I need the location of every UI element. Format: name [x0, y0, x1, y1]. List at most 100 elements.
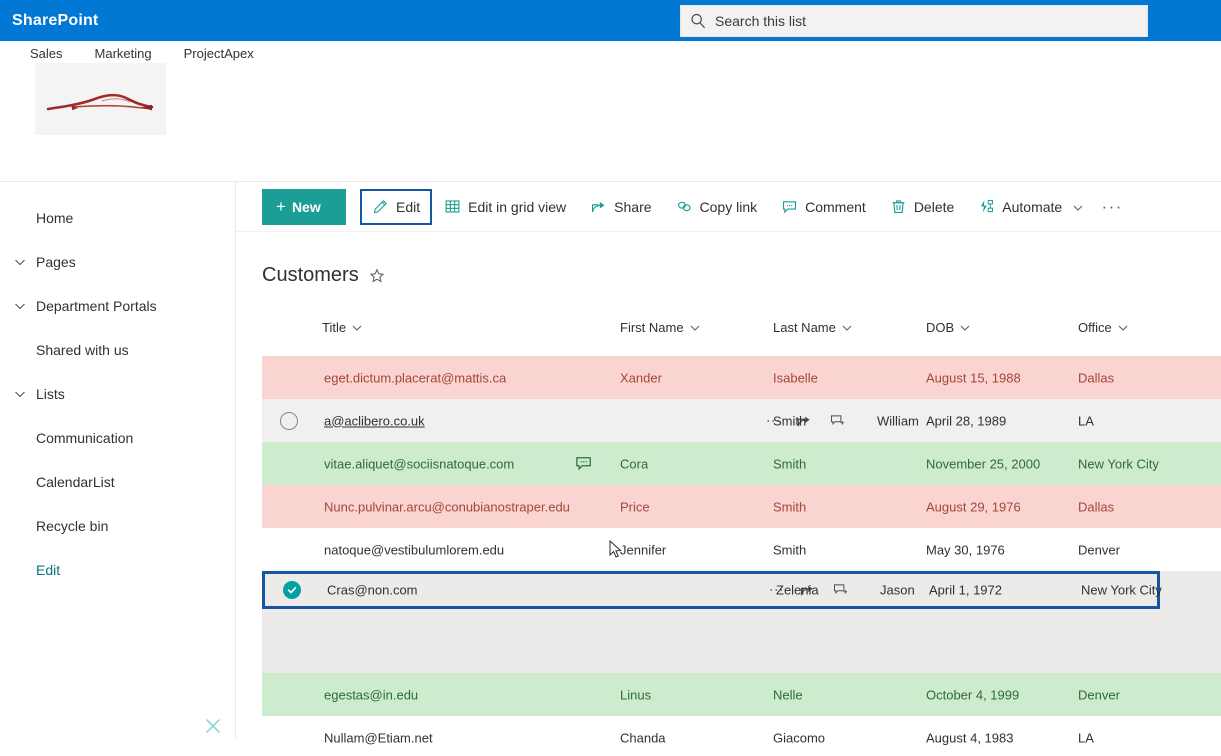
site-nav-marketing[interactable]: Marketing: [95, 46, 152, 61]
cell-dob: April 1, 1972: [929, 583, 1002, 598]
add-comment-icon[interactable]: [830, 413, 846, 429]
new-button[interactable]: + New: [262, 189, 346, 225]
sidebar-item-department-portals[interactable]: Department Portals: [0, 284, 235, 328]
chevron-down-icon: [1072, 201, 1084, 213]
sidebar-item-lists[interactable]: Lists: [0, 372, 235, 416]
comment-indicator-icon[interactable]: [575, 456, 593, 472]
sidebar-item-label: Department Portals: [36, 298, 157, 314]
cell-title[interactable]: a@aclibero.co.uk: [324, 413, 425, 428]
table-row[interactable]: a@aclibero.co.uk ⋮: [262, 399, 1221, 442]
automate-button[interactable]: Automate: [966, 189, 1096, 225]
sidebar-item-label: Recycle bin: [36, 518, 108, 534]
cell-first-name: Cora: [620, 456, 648, 471]
cell-last-name: Zelenia: [776, 583, 819, 598]
cell-last-name: Isabelle: [773, 370, 818, 385]
cell-last-name: Smith: [773, 499, 806, 514]
cell-office: LA: [1078, 413, 1094, 428]
cell-office: Denver: [1078, 542, 1120, 557]
column-header-last-name[interactable]: Last Name: [773, 320, 853, 335]
delete-button[interactable]: Delete: [878, 189, 966, 225]
column-header-dob[interactable]: DOB: [926, 320, 971, 335]
column-header-label: DOB: [926, 320, 954, 335]
column-header-label: Title: [322, 320, 346, 335]
cell-office: LA: [1078, 730, 1094, 745]
star-icon[interactable]: [369, 268, 385, 284]
cell-last-name: Giacomo: [773, 730, 825, 745]
cell-first-name: Xander: [620, 370, 662, 385]
cell-dob: April 28, 1989: [926, 413, 1006, 428]
site-nav-sales[interactable]: Sales: [30, 46, 63, 61]
chevron-down-icon: [689, 322, 701, 334]
row-select-checkbox-checked[interactable]: [283, 581, 301, 599]
sidebar-item-edit[interactable]: Edit: [0, 548, 235, 592]
cell-title: Nullam@Etiam.net: [324, 730, 433, 745]
cell-first-name: Linus: [620, 687, 651, 702]
edit-in-grid-view-button[interactable]: Edit in grid view: [432, 189, 578, 225]
cell-dob: August 4, 1983: [926, 730, 1013, 745]
cell-title: Cras@non.com: [327, 583, 418, 598]
search-input[interactable]: Search this list: [680, 5, 1148, 37]
site-nav-projectapex[interactable]: ProjectApex: [184, 46, 254, 61]
mouse-cursor: [609, 540, 623, 560]
sidebar-item-recycle-bin[interactable]: Recycle bin: [0, 504, 235, 548]
automate-button-label: Automate: [1002, 199, 1062, 215]
cell-office: Dallas: [1078, 499, 1114, 514]
sidebar-item-pages[interactable]: Pages: [0, 240, 235, 284]
grid-icon: [444, 198, 461, 215]
cell-office: New York City: [1078, 456, 1159, 471]
cell-title: eget.dictum.placerat@mattis.ca: [324, 370, 506, 385]
more-commands-button[interactable]: ···: [1096, 189, 1128, 225]
table-row[interactable]: Nullam@Etiam.net Chanda Giacomo August 4…: [262, 716, 1221, 756]
comment-button[interactable]: Comment: [769, 189, 878, 225]
share-button-label: Share: [614, 199, 651, 215]
left-navigation: Home Pages Department Portals Shared wit…: [0, 182, 236, 740]
edit-button[interactable]: Edit: [360, 189, 432, 225]
share-button[interactable]: Share: [578, 189, 663, 225]
cell-last-name: Smith: [773, 456, 806, 471]
share-icon: [590, 198, 607, 215]
sidebar-item-label: Edit: [36, 562, 60, 578]
list-area: Customers Title First Name Last Name: [236, 232, 1221, 756]
sidebar-item-label: Pages: [36, 254, 76, 270]
cell-dob: August 29, 1976: [926, 499, 1021, 514]
chevron-down-icon: [12, 386, 28, 402]
cell-dob: November 25, 2000: [926, 456, 1040, 471]
sidebar-item-label: Communication: [36, 430, 133, 446]
delete-button-label: Delete: [914, 199, 954, 215]
cell-first-name: Chanda: [620, 730, 666, 745]
column-header-title[interactable]: Title: [322, 320, 363, 335]
column-header-office[interactable]: Office: [1078, 320, 1129, 335]
cell-office: New York City: [1081, 583, 1162, 598]
copy-link-label: Copy link: [700, 199, 758, 215]
column-header-first-name[interactable]: First Name: [620, 320, 701, 335]
sidebar-item-communication[interactable]: Communication: [0, 416, 235, 460]
table-row[interactable]: Nunc.pulvinar.arcu@conubianostraper.edu …: [262, 485, 1221, 528]
close-icon[interactable]: [202, 715, 224, 737]
cell-dob: May 30, 1976: [926, 542, 1005, 557]
table-row[interactable]: natoque@vestibulumlorem.edu Jennifer Smi…: [262, 528, 1221, 571]
suite-title: SharePoint: [12, 12, 98, 30]
comment-button-label: Comment: [805, 199, 866, 215]
chevron-down-icon: [12, 298, 28, 314]
table-row[interactable]: egestas@in.edu Linus Nelle October 4, 19…: [262, 673, 1221, 716]
table-row[interactable]: vitae.aliquet@sociisnatoque.com Cora Smi…: [262, 442, 1221, 485]
copy-link-button[interactable]: Copy link: [664, 189, 770, 225]
site-navigation: Sales Marketing ProjectApex: [30, 46, 254, 61]
table-row-selected[interactable]: Cras@non.com ⋮: [262, 571, 1221, 673]
suite-bar: SharePoint Search this list: [0, 0, 1221, 41]
add-comment-icon[interactable]: [833, 582, 849, 598]
table-row[interactable]: eget.dictum.placerat@mattis.ca Xander Is…: [262, 356, 1221, 399]
list-rows: eget.dictum.placerat@mattis.ca Xander Is…: [262, 356, 1221, 756]
search-icon: [689, 12, 707, 30]
chevron-down-icon: [351, 322, 363, 334]
plus-icon: +: [276, 198, 286, 215]
page-title: Customers: [262, 264, 359, 287]
sidebar-item-home[interactable]: Home: [0, 196, 235, 240]
selected-row-focus-outline[interactable]: Cras@non.com ⋮: [262, 571, 1160, 609]
sidebar-item-calendarlist[interactable]: CalendarList: [0, 460, 235, 504]
comment-icon: [781, 198, 798, 215]
row-select-checkbox[interactable]: [280, 412, 298, 430]
sidebar-item-shared-with-us[interactable]: Shared with us: [0, 328, 235, 372]
chevron-down-icon: [12, 254, 28, 270]
cell-first-name: William: [877, 413, 919, 428]
